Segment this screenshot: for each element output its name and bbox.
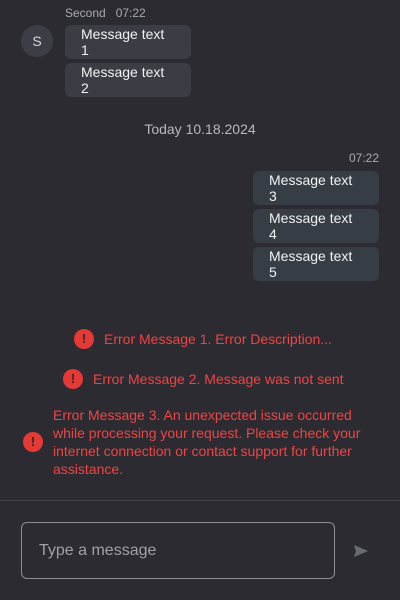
message-bubble-incoming: Message text 1 [65,25,191,59]
message-group-meta: Second 07:22 [65,6,156,20]
message-text: Message text 4 [269,210,353,242]
send-button[interactable] [350,538,372,564]
error-message: ! Error Message 2. Message was not sent [63,369,344,389]
message-time: 07:22 [115,6,146,20]
message-text: Message text 1 [81,26,165,58]
message-time: 07:22 [348,151,379,165]
message-bubble-outgoing: Message text 5 [253,247,379,281]
exclamation-circle-icon: ! [74,329,94,349]
error-message: ! Error Message 1. Error Description... [74,329,332,349]
date-separator: Today 10.18.2024 [144,121,256,137]
message-bubble-incoming: Message text 2 [65,63,191,97]
exclamation-circle-icon: ! [23,432,43,452]
message-text: Message text 3 [269,172,353,204]
exclamation-circle-icon: ! [63,369,83,389]
chat-thread: Second 07:22 S Message text 1 Message tex… [0,0,400,500]
message-text: Message text 5 [269,248,353,280]
error-text: Error Message 2. Message was not sent [93,371,344,387]
composer-divider [0,500,400,501]
message-text: Message text 2 [81,64,165,96]
avatar: S [21,25,53,57]
message-bubble-outgoing: Message text 4 [253,209,379,243]
error-text: Error Message 3. An unexpected issue occ… [53,407,361,477]
message-bubble-outgoing: Message text 3 [253,171,379,205]
send-arrow-icon [354,545,368,557]
error-text: Error Message 1. Error Description... [104,331,332,347]
sender-name: Second [65,6,106,20]
error-message: ! Error Message 3. An unexpected issue o… [23,406,373,478]
message-input[interactable] [21,522,335,579]
